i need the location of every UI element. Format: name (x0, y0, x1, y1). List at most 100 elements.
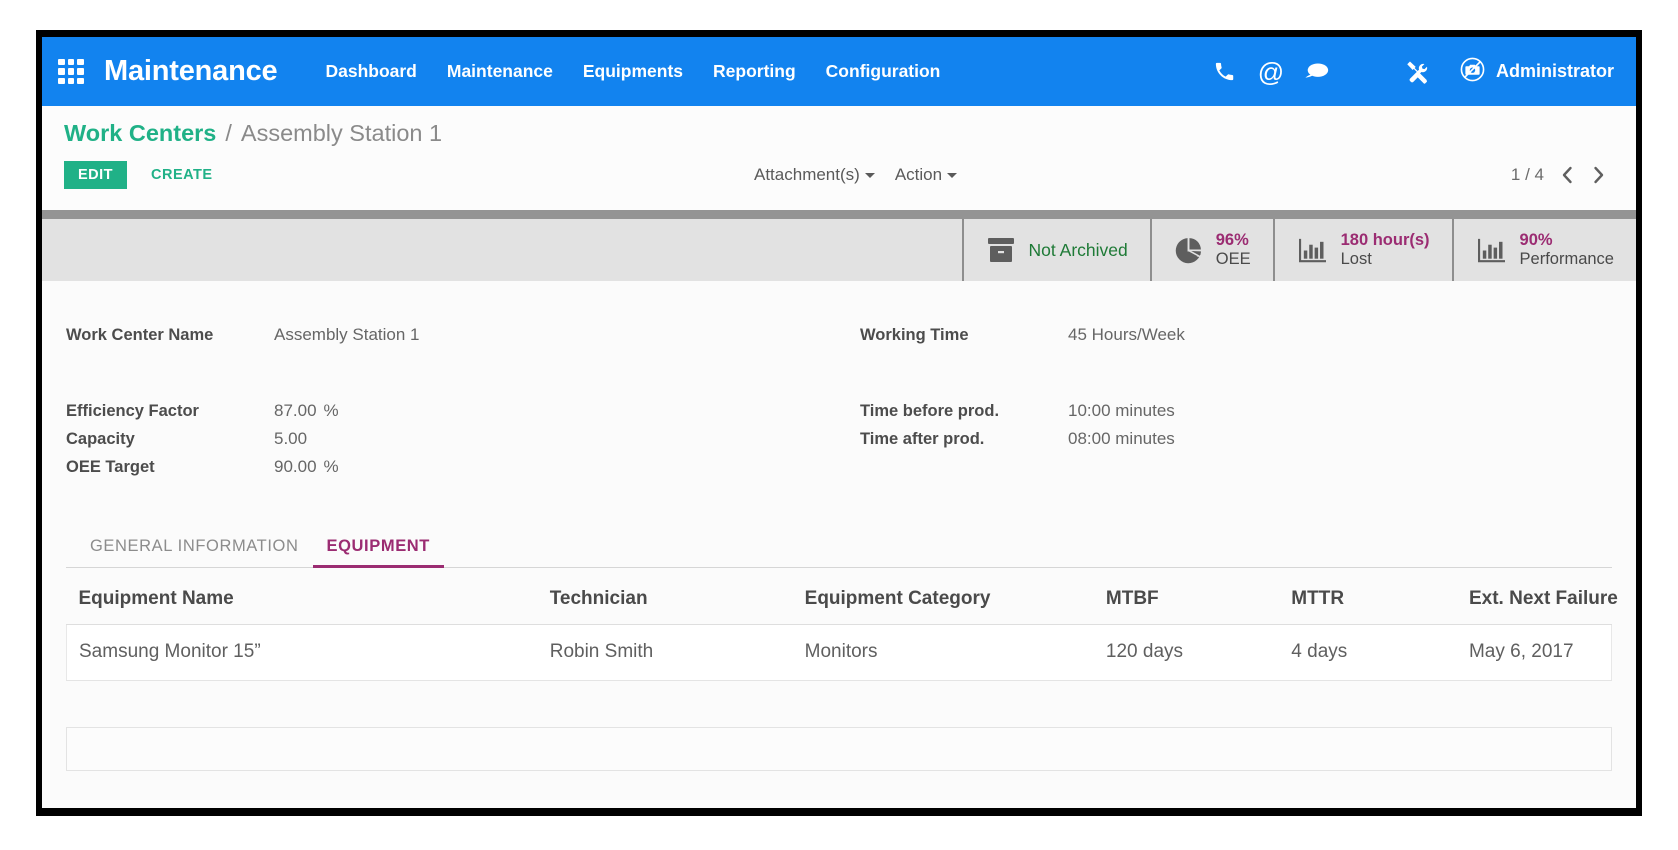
tab-list: GENERAL INFORMATION EQUIPMENT (66, 529, 1612, 568)
stat-performance-label: Performance (1519, 250, 1614, 268)
field-value[interactable]: 08:00 minutes (1068, 429, 1175, 449)
form-column-left: Work Center Name Assembly Station 1 Effi… (66, 325, 839, 485)
field-unit: % (323, 457, 339, 476)
column-header-mttr[interactable]: MTTR (1279, 578, 1457, 625)
field-value-text: 87.00 (274, 401, 317, 420)
stat-bar-top-strip (42, 210, 1636, 219)
field-value-text: Assembly Station 1 (274, 325, 420, 344)
field-value-text: 10:00 minutes (1068, 401, 1175, 420)
form-fields: Work Center Name Assembly Station 1 Effi… (66, 325, 1612, 485)
stat-lost-value: 180 hour(s) (1340, 231, 1430, 250)
menu-item-maintenance[interactable]: Maintenance (447, 61, 553, 82)
field-label: Efficiency Factor (66, 402, 199, 420)
column-header-ext-next-failure[interactable]: Ext. Next Failure (1456, 578, 1618, 625)
user-menu[interactable]: Administrator (1460, 57, 1614, 87)
stat-oee-label: OEE (1215, 250, 1251, 268)
main-menu: Dashboard Maintenance Equipments Reporti… (325, 61, 940, 82)
field-value-text: 5.00 (274, 429, 308, 448)
chevron-down-icon (864, 173, 875, 179)
breadcrumb-current: Assembly Station 1 (240, 120, 443, 146)
field-work-center-name: Work Center Name Assembly Station 1 (66, 325, 819, 345)
menu-item-configuration[interactable]: Configuration (826, 61, 941, 82)
edit-button[interactable]: EDIT (64, 160, 128, 190)
at-glyph: @ (1257, 56, 1285, 87)
cell-equipment-name: Samsung Monitor 15” (65, 624, 538, 681)
field-time-before-prod: Time before prod. 10:00 minutes (860, 401, 1592, 421)
top-navbar: Maintenance Dashboard Maintenance Equipm… (42, 37, 1636, 106)
column-header-technician[interactable]: Technician (537, 578, 793, 625)
tab-general-information[interactable]: GENERAL INFORMATION (76, 529, 313, 568)
field-value[interactable]: Assembly Station 1 (274, 325, 420, 345)
tab-equipment[interactable]: EQUIPMENT (312, 529, 444, 568)
chevron-down-icon (947, 173, 958, 179)
attachments-dropdown[interactable]: Attachment(s) (754, 165, 875, 185)
control-panel-dropdowns: Attachment(s) Action (754, 165, 958, 185)
field-value-text: 45 Hours/Week (1068, 325, 1185, 344)
form-spacer (66, 353, 819, 401)
form-column-right: Working Time 45 Hours/Week Time before p… (839, 325, 1612, 485)
stat-oee-text: 96% OEE (1216, 231, 1251, 269)
column-header-mtbf[interactable]: MTBF (1093, 578, 1280, 625)
field-value[interactable]: 45 Hours/Week (1068, 325, 1185, 345)
column-header-equipment-name[interactable]: Equipment Name (66, 578, 538, 625)
field-label: Time before prod. (860, 402, 1000, 420)
control-panel: Work Centers / Assembly Station 1 EDIT C… (42, 106, 1636, 210)
phone-icon[interactable] (1202, 52, 1248, 92)
field-capacity: Capacity 5.00 (66, 429, 819, 449)
stat-button-archived[interactable]: Not Archived (961, 219, 1150, 281)
breadcrumb-parent[interactable]: Work Centers (64, 120, 216, 147)
add-line-area[interactable] (66, 727, 1612, 771)
field-efficiency-factor: Efficiency Factor 87.00% (66, 401, 819, 421)
stat-bar-spacer (42, 219, 962, 281)
stat-button-lost[interactable]: 180 hour(s) Lost (1272, 219, 1452, 281)
chat-bubble-icon[interactable] (1294, 52, 1340, 92)
cell-mtbf: 120 days (1093, 624, 1280, 681)
navbar-right-tools: @ Administrator (1202, 52, 1614, 92)
archive-box-icon (986, 237, 1016, 264)
cell-mttr: 4 days (1279, 624, 1457, 681)
browser-frame: Maintenance Dashboard Maintenance Equipm… (36, 30, 1642, 816)
field-label: Capacity (66, 430, 135, 448)
field-value[interactable]: 10:00 minutes (1068, 401, 1175, 421)
at-sign-icon[interactable]: @ (1248, 52, 1294, 92)
breadcrumb: Work Centers / Assembly Station 1 (64, 120, 1614, 147)
tools-icon[interactable] (1394, 52, 1440, 92)
field-unit: % (323, 401, 339, 420)
cell-ext-next-failure: May 6, 2017 (1456, 624, 1612, 681)
menu-item-reporting[interactable]: Reporting (713, 61, 796, 82)
field-value[interactable]: 87.00% (274, 401, 339, 421)
table-body: Samsung Monitor 15” Robin Smith Monitors… (65, 624, 1612, 681)
pager: 1 / 4 (1511, 165, 1606, 185)
bar-chart-icon (1297, 237, 1328, 264)
field-value-text: 90.00 (274, 457, 317, 476)
stat-performance-value: 90% (1519, 231, 1553, 250)
table-row[interactable]: Samsung Monitor 15” Robin Smith Monitors… (65, 624, 1612, 681)
cell-technician: Robin Smith (537, 624, 793, 681)
table-header-row: Equipment Name Technician Equipment Cate… (66, 578, 1618, 625)
field-label: OEE Target (66, 458, 155, 476)
breadcrumb-separator: / (225, 120, 232, 146)
field-label: Working Time (860, 326, 969, 344)
apps-grid-icon[interactable] (58, 58, 84, 85)
no-camera-avatar-icon (1460, 57, 1485, 87)
pie-chart-icon (1174, 236, 1203, 265)
stat-button-performance[interactable]: 90% Performance (1451, 219, 1636, 281)
stat-button-oee[interactable]: 96% OEE (1149, 219, 1273, 281)
create-button[interactable]: CREATE (149, 161, 215, 190)
bar-chart-icon (1476, 237, 1507, 264)
field-value[interactable]: 5.00 (274, 429, 314, 449)
field-oee-target: OEE Target 90.00% (66, 457, 819, 477)
field-label: Time after prod. (860, 430, 985, 448)
action-dropdown[interactable]: Action (895, 165, 958, 185)
chevron-right-icon[interactable] (1591, 165, 1606, 185)
column-header-equipment-category[interactable]: Equipment Category (792, 578, 1094, 625)
app-title: Maintenance (104, 55, 278, 87)
menu-item-dashboard[interactable]: Dashboard (325, 61, 416, 82)
chevron-left-icon[interactable] (1560, 165, 1575, 185)
table-head: Equipment Name Technician Equipment Cate… (66, 578, 1618, 625)
field-value[interactable]: 90.00% (274, 457, 339, 477)
pager-count[interactable]: 1 / 4 (1511, 165, 1544, 185)
menu-item-equipments[interactable]: Equipments (583, 61, 683, 82)
form-sheet: Work Center Name Assembly Station 1 Effi… (42, 281, 1636, 771)
field-label: Work Center Name (66, 326, 214, 344)
